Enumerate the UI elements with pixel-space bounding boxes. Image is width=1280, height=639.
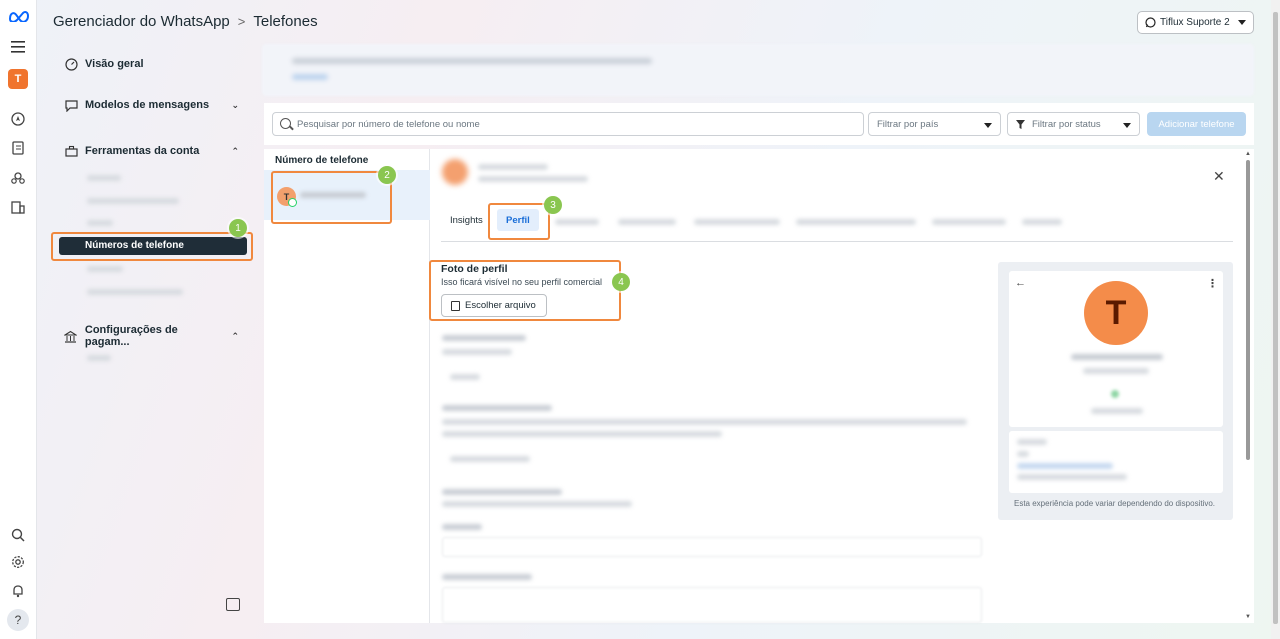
breadcrumb-separator: > bbox=[237, 14, 246, 29]
help-icon[interactable]: ? bbox=[7, 609, 29, 631]
business-icon[interactable] bbox=[8, 197, 28, 217]
search-icon bbox=[280, 118, 291, 129]
compass-icon[interactable] bbox=[8, 109, 28, 129]
blurred-text bbox=[87, 355, 111, 361]
chevron-up-icon: ⌃ bbox=[231, 330, 239, 341]
highlight-phone-item bbox=[271, 171, 392, 224]
account-name: Tiflux Suporte 2 bbox=[1160, 17, 1230, 28]
pages-icon[interactable] bbox=[8, 138, 28, 158]
breadcrumb-app[interactable]: Gerenciador do WhatsApp bbox=[53, 13, 230, 30]
detail-scrollbar[interactable]: ▲ ▼ bbox=[1245, 151, 1251, 622]
people-icon[interactable] bbox=[8, 168, 28, 188]
preview-details-card bbox=[1009, 431, 1223, 493]
tab-insights[interactable]: Insights bbox=[450, 209, 483, 231]
chevron-up-icon: ⌃ bbox=[231, 145, 239, 156]
info-banner bbox=[262, 44, 1254, 96]
status-filter-label: Filtrar por status bbox=[1032, 118, 1101, 130]
collapse-sidebar-icon[interactable] bbox=[226, 598, 240, 611]
caret-down-icon bbox=[1238, 20, 1246, 25]
meta-logo-icon[interactable] bbox=[7, 6, 31, 26]
page-scrollbar[interactable] bbox=[1271, 0, 1280, 639]
nav-payments-label: Configurações de pagam... bbox=[84, 324, 178, 348]
chevron-down-icon: ⌄ bbox=[231, 99, 239, 110]
highlight-profile-tab bbox=[488, 203, 550, 240]
blurred-text bbox=[87, 198, 179, 204]
blurred-text bbox=[87, 220, 113, 226]
nav-tools-label: Ferramentas da conta bbox=[85, 145, 200, 157]
bank-icon bbox=[64, 329, 78, 343]
bell-icon[interactable] bbox=[8, 581, 28, 601]
highlight-profile-photo bbox=[429, 260, 621, 321]
business-avatar[interactable]: T bbox=[8, 69, 28, 89]
breadcrumb-page: Telefones bbox=[253, 13, 318, 30]
caret-down-icon bbox=[1123, 123, 1131, 128]
preview-avatar: T bbox=[1084, 281, 1148, 345]
callout-badge-2: 2 bbox=[378, 166, 396, 184]
gear-icon[interactable] bbox=[8, 552, 28, 572]
toolbox-icon bbox=[64, 144, 78, 158]
search-placeholder: Pesquisar por número de telefone ou nome bbox=[297, 118, 480, 130]
country-filter-label: Filtrar por país bbox=[877, 118, 939, 130]
whatsapp-icon bbox=[1145, 17, 1156, 28]
tabs-divider bbox=[441, 241, 1233, 242]
search-input[interactable]: Pesquisar por número de telefone ou nome bbox=[272, 112, 864, 136]
breadcrumb: Gerenciador do WhatsApp > Telefones bbox=[53, 13, 318, 30]
nav-overview-label: Visão geral bbox=[85, 58, 144, 70]
blurred-text bbox=[87, 266, 123, 272]
nav-payments[interactable]: Configurações de pagam... ⌃ bbox=[64, 324, 239, 348]
search-icon[interactable] bbox=[8, 525, 28, 545]
blurred-text bbox=[87, 175, 121, 181]
callout-badge-1: 1 bbox=[229, 219, 247, 237]
back-arrow-icon: ← bbox=[1015, 277, 1026, 289]
more-options-icon: ⋮ bbox=[1207, 278, 1218, 290]
phone-list-header: Número de telefone bbox=[275, 155, 369, 166]
nav-templates-label: Modelos de mensagens bbox=[85, 99, 210, 111]
filter-icon bbox=[1016, 120, 1025, 129]
status-filter-select[interactable]: Filtrar por status bbox=[1007, 112, 1140, 136]
add-phone-button[interactable]: Adicionar telefone bbox=[1147, 112, 1246, 136]
close-icon[interactable]: ✕ bbox=[1213, 168, 1225, 185]
blurred-text bbox=[87, 289, 183, 295]
chat-icon bbox=[64, 98, 78, 112]
icon-rail: T ? bbox=[0, 0, 37, 639]
country-filter-select[interactable]: Filtrar por país bbox=[868, 112, 1001, 136]
dashboard-icon bbox=[64, 57, 78, 71]
account-switcher[interactable]: Tiflux Suporte 2 bbox=[1137, 11, 1254, 34]
highlight-phone-numbers bbox=[51, 232, 253, 261]
nav-templates[interactable]: Modelos de mensagens ⌄ bbox=[64, 98, 239, 112]
callout-badge-3: 3 bbox=[544, 196, 562, 214]
caret-down-icon bbox=[984, 123, 992, 128]
callout-badge-4: 4 bbox=[612, 273, 630, 291]
preview-note: Esta experiência pode variar dependendo … bbox=[1014, 499, 1216, 508]
nav-tools[interactable]: Ferramentas da conta ⌃ bbox=[64, 144, 239, 158]
menu-icon[interactable] bbox=[8, 37, 28, 57]
nav-overview[interactable]: Visão geral bbox=[64, 57, 239, 71]
